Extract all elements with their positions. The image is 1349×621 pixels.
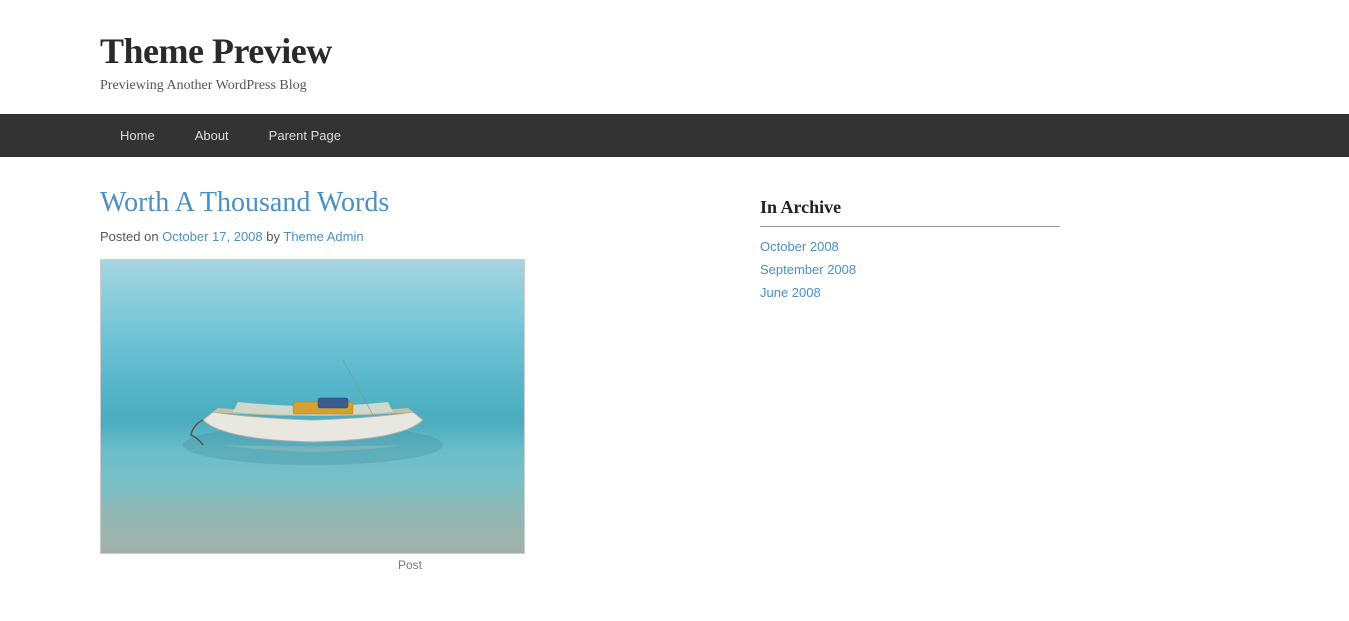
boat-illustration bbox=[173, 330, 453, 470]
nav-link-about[interactable]: About bbox=[175, 114, 249, 157]
archive-item-june-2008[interactable]: June 2008 bbox=[760, 285, 1060, 302]
nav-link-parent-page[interactable]: Parent Page bbox=[249, 114, 361, 157]
nav-item-parent-page[interactable]: Parent Page bbox=[249, 114, 361, 157]
archive-item-september-2008[interactable]: September 2008 bbox=[760, 262, 1060, 279]
posted-on-label: Posted on bbox=[100, 229, 159, 244]
post-author-link[interactable]: Theme Admin bbox=[283, 229, 363, 244]
main-content: Worth A Thousand Words Posted on October… bbox=[100, 187, 720, 572]
site-tagline: Previewing Another WordPress Blog bbox=[100, 78, 1249, 94]
nav-link-home[interactable]: Home bbox=[100, 114, 175, 157]
post-meta: Posted on October 17, 2008 by Theme Admi… bbox=[100, 229, 720, 244]
main-navigation: Home About Parent Page bbox=[0, 114, 1349, 157]
boat-image bbox=[101, 260, 524, 553]
by-label: by bbox=[266, 229, 283, 244]
post-image-container bbox=[100, 259, 525, 554]
archive-link-june-2008[interactable]: June 2008 bbox=[760, 285, 821, 300]
post-title[interactable]: Worth A Thousand Words bbox=[100, 187, 720, 219]
sidebar: In Archive October 2008 September 2008 J… bbox=[760, 187, 1060, 572]
archive-item-october-2008[interactable]: October 2008 bbox=[760, 239, 1060, 256]
nav-item-home[interactable]: Home bbox=[100, 114, 175, 157]
archive-widget: In Archive October 2008 September 2008 J… bbox=[760, 197, 1060, 302]
nav-item-about[interactable]: About bbox=[175, 114, 249, 157]
content-wrapper: Worth A Thousand Words Posted on October… bbox=[0, 157, 1349, 602]
archive-link-september-2008[interactable]: September 2008 bbox=[760, 262, 856, 277]
post-date-link[interactable]: October 17, 2008 bbox=[162, 229, 262, 244]
archive-list: October 2008 September 2008 June 2008 bbox=[760, 239, 1060, 302]
site-title[interactable]: Theme Preview bbox=[100, 30, 1249, 72]
archive-link-october-2008[interactable]: October 2008 bbox=[760, 239, 839, 254]
post-caption: Post bbox=[100, 558, 720, 572]
site-header: Theme Preview Previewing Another WordPre… bbox=[0, 0, 1349, 114]
archive-title: In Archive bbox=[760, 197, 1060, 227]
